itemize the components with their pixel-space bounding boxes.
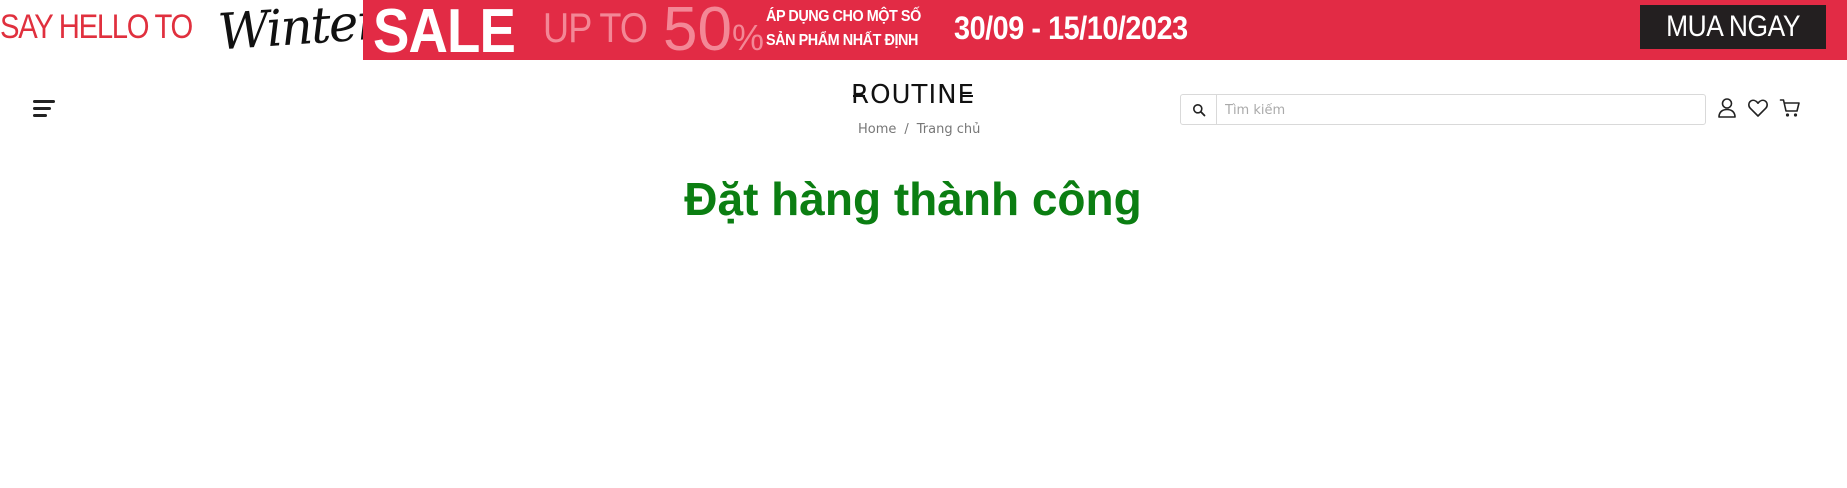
banner-up-to: UP TO bbox=[543, 4, 648, 51]
banner-sale-panel: SALE UP TO 50% ÁP DỤNG CHO MỘT SỐ SẢN PH… bbox=[363, 0, 1847, 60]
banner-winter-script: Winter bbox=[216, 0, 381, 60]
banner-percent-value: 50 bbox=[663, 0, 732, 60]
menu-icon[interactable] bbox=[33, 98, 57, 120]
buy-now-button[interactable]: MUA NGAY bbox=[1640, 5, 1826, 49]
site-logo[interactable]: ROUTINE bbox=[851, 78, 975, 112]
cart-icon[interactable] bbox=[1779, 97, 1801, 119]
logo-text: ROUTINE bbox=[851, 80, 975, 110]
breadcrumb-separator: / bbox=[904, 122, 909, 137]
buy-now-label: MUA NGAY bbox=[1666, 10, 1800, 43]
search-bar bbox=[1180, 94, 1706, 125]
banner-dates: 30/09 - 15/10/2023 bbox=[954, 10, 1188, 46]
banner-say-hello: SAY HELLO TO bbox=[0, 7, 193, 46]
breadcrumb-home[interactable]: Home bbox=[858, 122, 896, 137]
banner-apply-line1: ÁP DỤNG CHO MỘT SỐ bbox=[766, 8, 921, 25]
banner-apply-note: ÁP DỤNG CHO MỘT SỐ SẢN PHẨM NHẤT ĐỊNH bbox=[766, 5, 921, 53]
site-header: ROUTINE Home / Trang chủ bbox=[0, 60, 1847, 150]
breadcrumb-current: Trang chủ bbox=[916, 122, 981, 137]
user-icon[interactable] bbox=[1716, 97, 1738, 119]
banner-sale-text: SALE bbox=[373, 0, 516, 60]
promo-banner[interactable]: SAY HELLO TO Winter SALE UP TO 50% ÁP DỤ… bbox=[0, 0, 1847, 60]
heart-icon[interactable] bbox=[1747, 97, 1769, 119]
search-icon[interactable] bbox=[1181, 95, 1217, 124]
breadcrumb: Home / Trang chủ bbox=[858, 122, 980, 137]
banner-apply-line2: SẢN PHẨM NHẤT ĐỊNH bbox=[766, 32, 918, 49]
banner-percent: 50% bbox=[663, 0, 764, 60]
banner-left-panel: SAY HELLO TO Winter bbox=[0, 0, 380, 60]
search-input[interactable] bbox=[1223, 99, 1697, 121]
banner-percent-sign: % bbox=[731, 17, 764, 58]
order-success-title: Đặt hàng thành công bbox=[684, 173, 1142, 225]
